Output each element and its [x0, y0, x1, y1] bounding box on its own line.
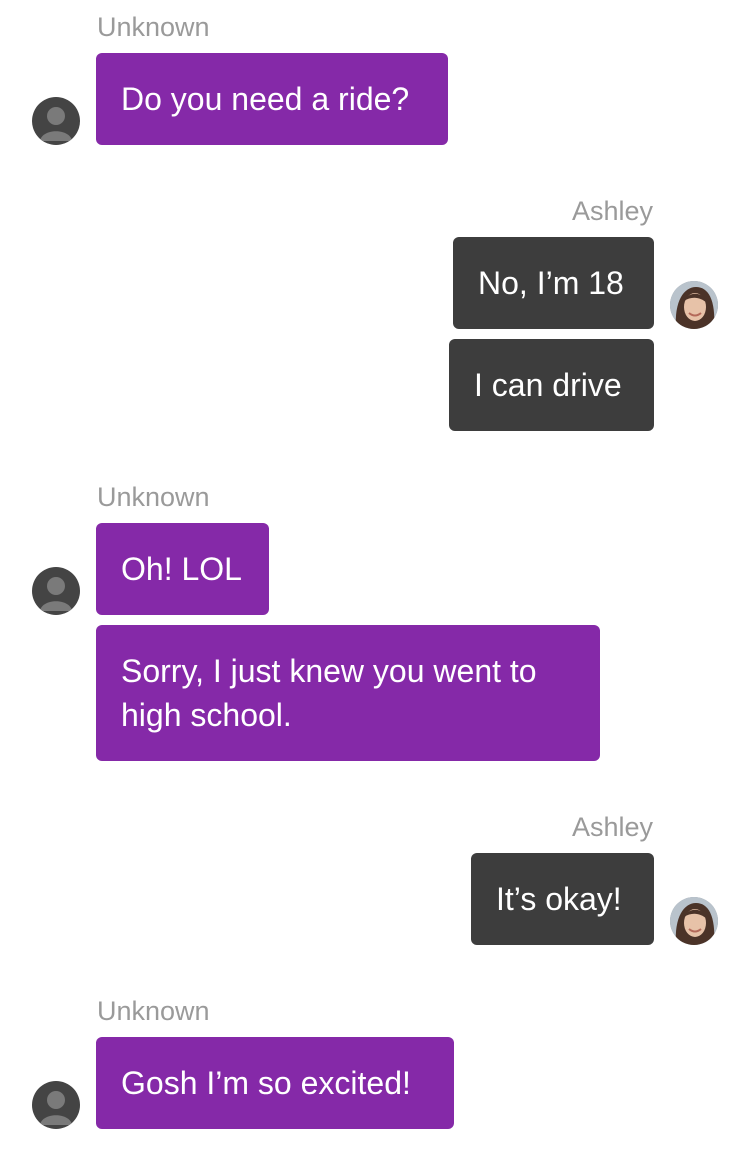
default-user-icon[interactable] — [32, 1081, 80, 1129]
sender-name: Unknown — [97, 482, 210, 512]
sender-name: Unknown — [97, 12, 210, 42]
sender-name: Ashley — [571, 196, 653, 226]
outgoing-message-bubble[interactable]: No, I’m 18 — [453, 237, 654, 329]
sender-name: Ashley — [571, 812, 653, 842]
incoming-message-bubble[interactable]: Gosh I’m so excited! — [96, 1037, 454, 1129]
default-user-icon[interactable] — [32, 97, 80, 145]
incoming-message-bubble[interactable]: Do you need a ride? — [96, 53, 448, 145]
outgoing-message-bubble[interactable]: I can drive — [449, 339, 654, 431]
incoming-message-bubble[interactable]: Sorry, I just knew you went to high scho… — [96, 625, 600, 761]
ashley-avatar-photo[interactable] — [670, 897, 718, 945]
ashley-avatar-photo[interactable] — [670, 281, 718, 329]
outgoing-message-bubble[interactable]: It’s okay! — [471, 853, 654, 945]
default-user-icon[interactable] — [32, 567, 80, 615]
incoming-message-bubble[interactable]: Oh! LOL — [96, 523, 269, 615]
sender-name: Unknown — [97, 996, 210, 1026]
